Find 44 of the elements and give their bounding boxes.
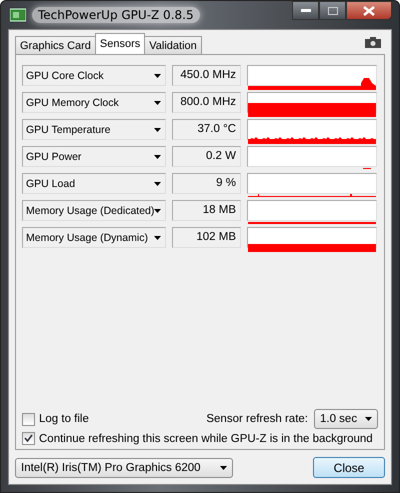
- sensor-dropdown[interactable]: GPU Load: [22, 173, 166, 194]
- sensor-reading: 800.0 MHz: [172, 92, 241, 113]
- minimize-button[interactable]: [292, 1, 319, 20]
- graphics-card-icon: [10, 8, 26, 22]
- sensor-reading: 18 MB: [172, 200, 241, 221]
- caret-icon: [154, 236, 161, 240]
- tab[interactable]: Graphics Card: [15, 36, 96, 54]
- caret-icon: [154, 74, 161, 78]
- refresh-rate-dropdown[interactable]: 1.0 sec: [314, 409, 378, 429]
- sensor-reading: 37.0 °C: [172, 119, 241, 140]
- close-button[interactable]: Close: [313, 457, 385, 478]
- checkbox-label: Continue refreshing this screen while GPU-Z is in the background: [39, 432, 373, 444]
- caret-icon: [220, 466, 227, 470]
- caret-icon: [154, 154, 161, 158]
- refresh-rate-label: Sensor refresh rate:: [206, 413, 308, 425]
- maximize-icon: [328, 6, 338, 14]
- sensor-reading: 450.0 MHz: [172, 65, 241, 86]
- checkbox[interactable]: [22, 432, 35, 445]
- close-window-button[interactable]: [346, 1, 392, 20]
- caret-icon: [365, 417, 372, 421]
- tab[interactable]: Sensors: [94, 33, 146, 54]
- sensor-reading: 102 MB: [172, 227, 241, 248]
- close-icon: [363, 6, 375, 16]
- caret-icon: [154, 100, 161, 104]
- sensor-reading: 0.2 W: [172, 146, 241, 167]
- tab[interactable]: Validation: [144, 36, 202, 54]
- maximize-button[interactable]: [319, 1, 346, 20]
- minimize-icon: [300, 8, 310, 12]
- device-dropdown[interactable]: Intel(R) Iris(TM) Pro Graphics 6200: [15, 458, 233, 478]
- caret-icon: [154, 208, 161, 212]
- camera-icon[interactable]: [365, 37, 381, 48]
- window-title: TechPowerUp GPU-Z 0.8.5: [32, 7, 200, 23]
- sensor-dropdown[interactable]: Memory Usage (Dynamic): [22, 227, 166, 248]
- sensor-reading: 9 %: [172, 173, 241, 194]
- checkbox-label: Log to file: [39, 413, 89, 425]
- sensor-dropdown[interactable]: GPU Power: [22, 146, 166, 167]
- sensor-dropdown[interactable]: GPU Core Clock: [22, 65, 166, 86]
- sensor-dropdown[interactable]: GPU Memory Clock: [22, 92, 166, 113]
- caret-icon: [154, 182, 161, 186]
- checkbox[interactable]: [22, 412, 35, 426]
- caret-icon: [154, 128, 161, 132]
- checkmark-icon: [24, 434, 33, 443]
- sensor-dropdown[interactable]: Memory Usage (Dedicated): [22, 200, 166, 221]
- sensor-dropdown[interactable]: GPU Temperature: [22, 119, 166, 140]
